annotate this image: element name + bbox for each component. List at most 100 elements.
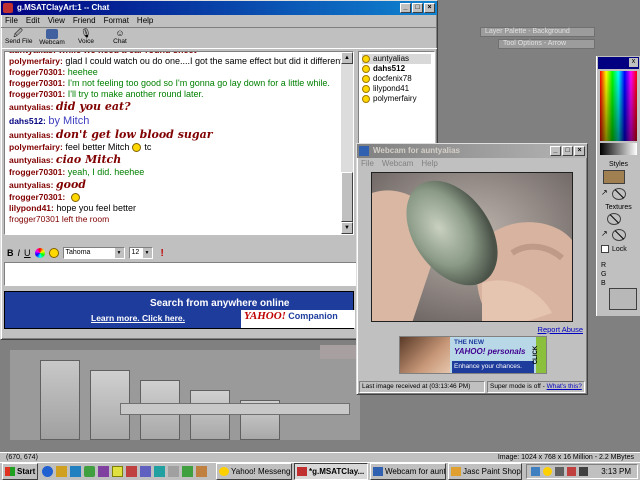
webcam-menu-webcam[interactable]: Webcam [382, 158, 413, 170]
bold-button[interactable]: B [7, 248, 14, 258]
tray-network-icon[interactable] [531, 467, 540, 476]
lock-row[interactable]: Lock [601, 245, 636, 253]
tool-options-window[interactable]: Tool Options - Arrow [498, 39, 595, 49]
swap-arrow-icon[interactable]: ↗ [601, 188, 608, 200]
quicklaunch-app-3-icon[interactable] [126, 466, 137, 477]
scroll-up-arrow[interactable]: ▲ [341, 52, 353, 64]
ignore-icon[interactable]: ! [161, 248, 164, 259]
chat-message-nick[interactable]: auntyalias: [9, 102, 53, 112]
font-size-select[interactable]: 12 ▼ [128, 247, 153, 259]
send-file-button[interactable]: 🖉 Send File [5, 28, 32, 48]
taskbar-button-webcam[interactable]: Webcam for aunt... [370, 463, 446, 480]
quicklaunch-app-1-icon[interactable] [98, 466, 109, 477]
quicklaunch-ie-icon[interactable] [42, 466, 53, 477]
chat-message-nick[interactable]: dahs512: [9, 116, 46, 126]
webcam-title-bar[interactable]: Webcam for auntyalias _ □ × [357, 144, 587, 158]
webcam-minimize-button[interactable]: _ [550, 146, 561, 156]
whats-this-link[interactable]: What's this? [547, 383, 582, 390]
menu-edit[interactable]: Edit [26, 15, 40, 27]
tray-clock[interactable]: 3:13 PM [601, 466, 631, 478]
chat-message-nick[interactable]: auntyalias: [9, 180, 53, 190]
user-list-item[interactable]: dahs512 [362, 64, 431, 74]
companion-ad-banner[interactable]: Search from anywhere online Learn more. … [4, 291, 355, 329]
chat-button[interactable]: ☺ Chat [107, 28, 133, 48]
quicklaunch-app-4-icon[interactable] [140, 466, 151, 477]
lock-checkbox[interactable] [601, 245, 609, 253]
chat-message-nick[interactable]: frogger70301: [9, 192, 65, 202]
font-select[interactable]: Tahoma ▼ [62, 247, 125, 259]
minimize-button[interactable]: _ [400, 3, 411, 13]
underline-button[interactable]: U [24, 248, 31, 258]
menu-file[interactable]: File [5, 15, 18, 27]
quicklaunch-desktop-icon[interactable] [70, 466, 81, 477]
user-list-item[interactable]: auntyalias [362, 54, 431, 64]
font-select-dropdown-icon[interactable]: ▼ [114, 248, 124, 258]
webcam-menu-file[interactable]: File [361, 158, 374, 170]
chat-message-nick[interactable]: frogger70301: [9, 67, 65, 77]
styles-swatch[interactable] [603, 170, 625, 184]
palette-close-icon[interactable]: x [629, 58, 638, 67]
start-button[interactable]: Start [2, 463, 38, 480]
personals-ad[interactable]: THE NEW YAHOO! personals Enhance your ch… [399, 336, 547, 374]
taskbar-button-chat[interactable]: *g.MSATClay... [294, 463, 368, 480]
report-abuse-link[interactable]: Report Abuse [538, 325, 583, 334]
user-list-item[interactable]: polymerfairy [362, 94, 431, 104]
close-button[interactable]: × [424, 3, 435, 13]
webcam-window[interactable]: Webcam for auntyalias _ □ × File Webcam … [356, 143, 588, 395]
tray-messenger-icon[interactable] [543, 467, 552, 476]
webcam-menu-help[interactable]: Help [421, 158, 437, 170]
menu-view[interactable]: View [48, 15, 65, 27]
grayscale-bar[interactable] [600, 143, 637, 155]
menu-friend[interactable]: Friend [73, 15, 96, 27]
quicklaunch-app-2-icon[interactable] [112, 466, 123, 477]
voice-button[interactable]: 🎙 Voice [73, 28, 99, 48]
color-spectrum[interactable] [600, 71, 637, 141]
chat-title-bar[interactable]: g.MSATClayArt:1 -- Chat _ □ × [1, 1, 437, 15]
quicklaunch-app-8-icon[interactable] [196, 466, 207, 477]
color-palette-icon[interactable] [34, 248, 45, 258]
font-size-dropdown-icon[interactable]: ▼ [142, 248, 152, 258]
webcam-maximize-button[interactable]: □ [562, 146, 573, 156]
webcam-close-button[interactable]: × [574, 146, 585, 156]
scroll-thumb[interactable] [341, 172, 353, 222]
user-list-item[interactable]: lilypond41 [362, 84, 431, 94]
chat-message-nick[interactable]: frogger70301: [9, 89, 65, 99]
tray-app-icon-2[interactable] [579, 467, 588, 476]
tray-volume-icon[interactable] [555, 467, 564, 476]
chat-log[interactable]: auntyalias: while we need a car round sh… [4, 51, 354, 235]
quicklaunch-app-7-icon[interactable] [182, 466, 193, 477]
null-texture-icon[interactable] [607, 213, 621, 225]
quicklaunch-app-5-icon[interactable] [154, 466, 165, 477]
smiley-picker-icon[interactable] [48, 248, 59, 258]
null-style-icon[interactable] [611, 188, 626, 200]
webcam-button[interactable]: Webcam [39, 28, 65, 48]
taskbar-button-yahoo-messenger[interactable]: Yahoo! Messenger [216, 463, 292, 480]
chat-label: Chat [113, 38, 127, 45]
null-texture-icon-2[interactable] [611, 229, 626, 241]
chat-message-nick[interactable]: polymerfairy: [9, 56, 63, 66]
ad-link[interactable]: Learn more. Click here. [91, 313, 185, 323]
maximize-button[interactable]: □ [412, 3, 423, 13]
chat-message-nick[interactable]: frogger70301: [9, 78, 65, 88]
chat-message-nick[interactable]: lilypond41: [9, 203, 54, 213]
quicklaunch-app-6-icon[interactable] [168, 466, 179, 477]
message-input[interactable] [4, 262, 357, 286]
tray-app-icon[interactable] [567, 467, 576, 476]
chat-message-nick[interactable]: polymerfairy: [9, 142, 63, 152]
chat-message-nick[interactable]: auntyalias: [9, 155, 53, 165]
scroll-down-arrow[interactable]: ▼ [341, 222, 353, 234]
layer-palette-window[interactable]: Layer Palette - Background [480, 27, 595, 37]
chat-log-scrollbar[interactable]: ▲ ▼ [341, 52, 353, 234]
swap-arrow-icon-2[interactable]: ↗ [601, 229, 608, 241]
quicklaunch-outlook-icon[interactable] [56, 466, 67, 477]
ad-click-strip[interactable]: CLICK [533, 337, 546, 373]
chat-message-nick[interactable]: auntyalias: [9, 130, 53, 140]
user-list-item[interactable]: docfenix78 [362, 74, 431, 84]
quicklaunch-channels-icon[interactable] [84, 466, 95, 477]
chat-message-nick[interactable]: frogger70301: [9, 167, 65, 177]
italic-button[interactable]: I [18, 248, 21, 258]
lock-label: Lock [612, 245, 627, 253]
menu-format[interactable]: Format [104, 15, 129, 27]
taskbar-button-paint-shop[interactable]: Jasc Paint Shop ... [448, 463, 522, 480]
menu-help[interactable]: Help [137, 15, 153, 27]
